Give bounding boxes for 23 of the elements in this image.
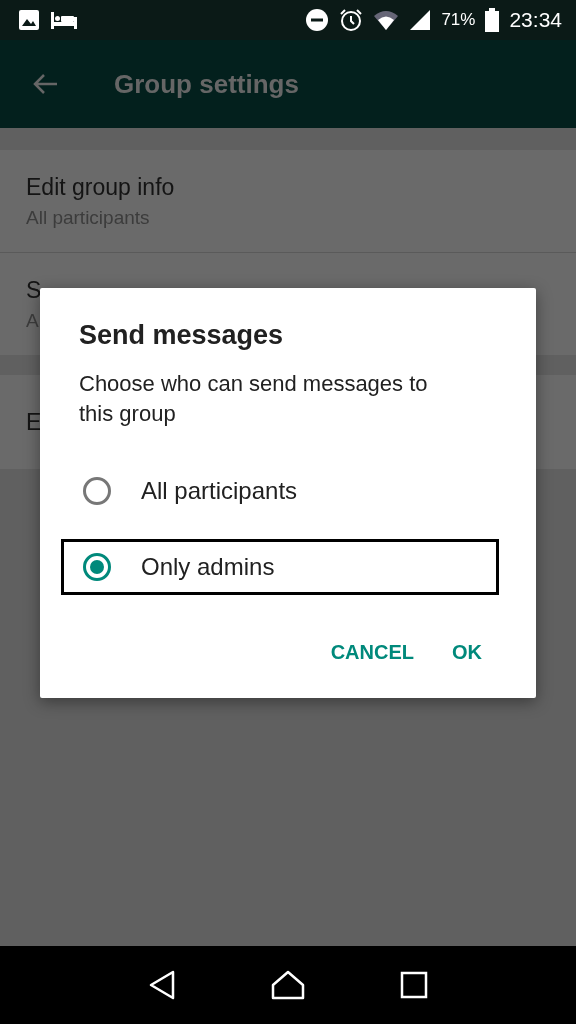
home-icon[interactable] [271, 970, 305, 1000]
wifi-icon [373, 9, 400, 31]
do-not-disturb-icon [305, 8, 330, 32]
clock: 23:34 [509, 8, 562, 32]
radio-button[interactable] [83, 553, 111, 581]
ok-button[interactable]: OK [438, 633, 496, 672]
cancel-button[interactable]: CANCEL [316, 633, 428, 672]
battery-level: 71% [441, 10, 476, 30]
radio-option[interactable]: All participants [61, 463, 499, 519]
radio-option[interactable]: Only admins [61, 539, 499, 595]
alarm-icon [339, 8, 364, 32]
back-arrow-icon[interactable] [32, 73, 58, 95]
bed-icon [50, 9, 78, 31]
image-icon [18, 9, 40, 31]
dialog-message: Choose who can send messages to this group [79, 370, 429, 428]
toolbar-title: Group settings [114, 68, 299, 100]
recents-icon[interactable] [400, 971, 429, 999]
signal-icon [409, 9, 432, 31]
back-icon[interactable] [147, 970, 176, 1000]
setting-title[interactable]: Edit group info [26, 173, 550, 201]
dialog-title: Send messages [79, 320, 285, 351]
radio-button[interactable] [83, 477, 111, 505]
battery-icon [485, 8, 500, 32]
